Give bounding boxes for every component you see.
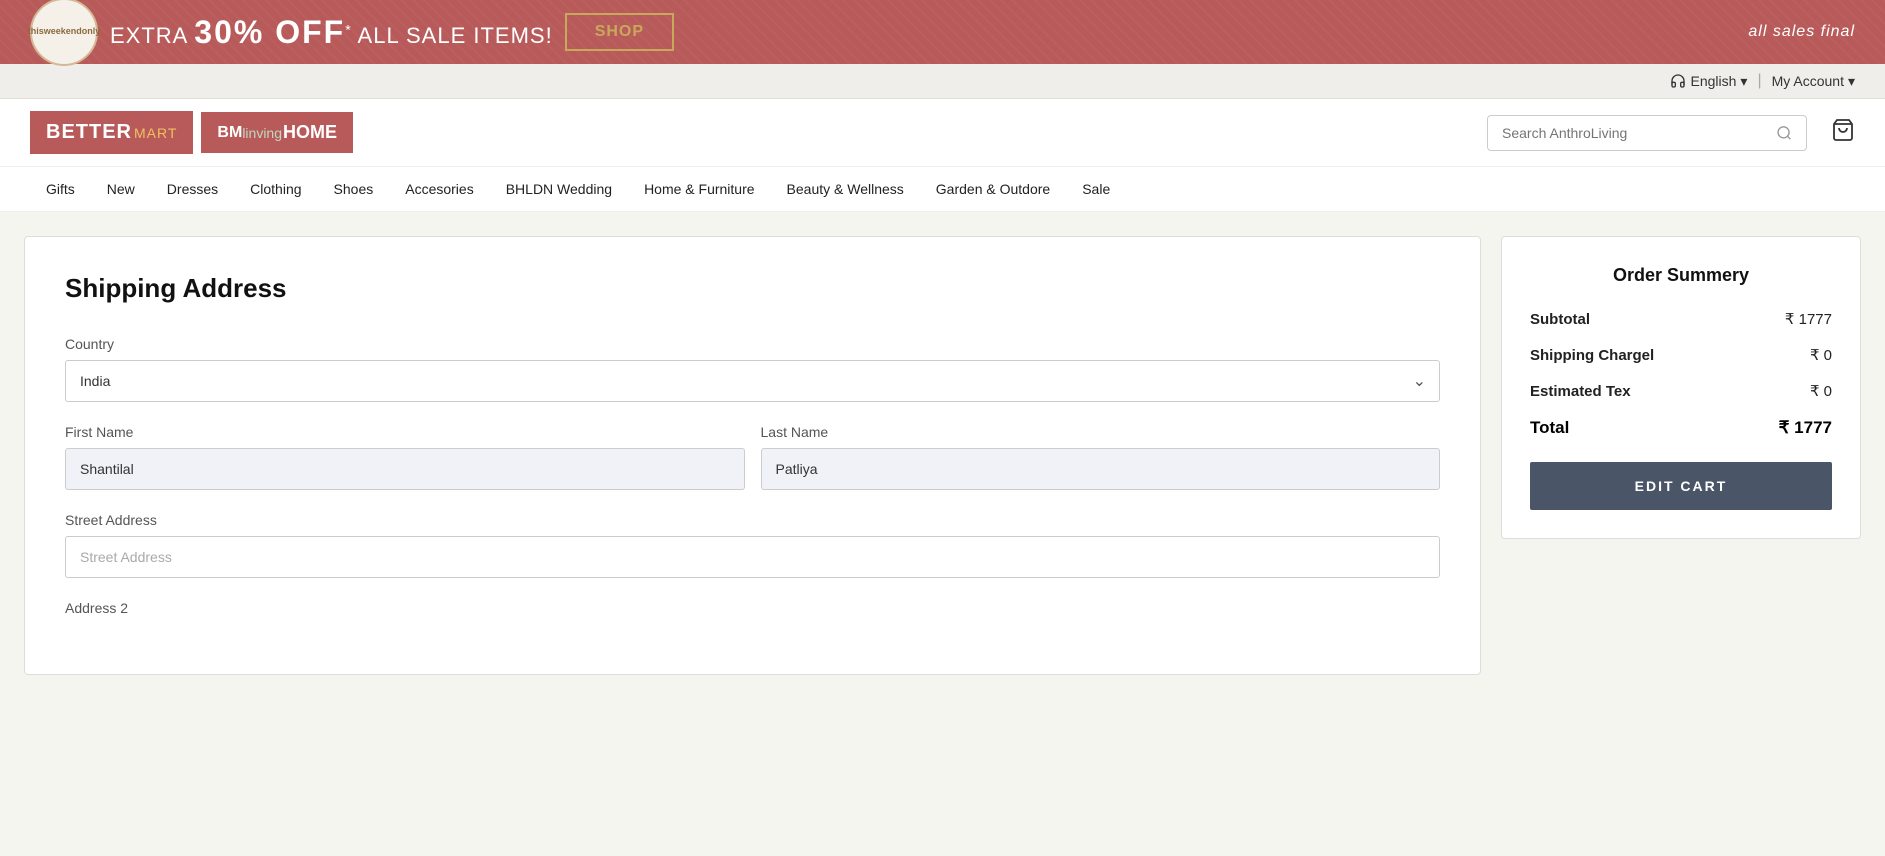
first-name-input[interactable]	[65, 448, 745, 490]
logo-container[interactable]: BETTERMART BM linving HOME	[30, 111, 353, 154]
nav-item-accessories[interactable]: Accesories	[389, 167, 489, 211]
street-address-label: Street Address	[65, 512, 1440, 528]
nav-item-beauty-wellness[interactable]: Beauty & Wellness	[771, 167, 920, 211]
subtotal-label: Subtotal	[1530, 311, 1590, 328]
country-select[interactable]: India United States United Kingdom Canad…	[65, 360, 1440, 402]
last-name-group: Last Name	[761, 424, 1441, 490]
edit-cart-button[interactable]: EDIT CART	[1530, 462, 1832, 510]
divider: |	[1757, 72, 1761, 90]
content-wrapper: Shipping Address Country India United St…	[0, 212, 1885, 699]
country-label: Country	[65, 336, 1440, 352]
better-mart-logo: BETTERMART	[30, 111, 193, 154]
first-name-group: First Name	[65, 424, 745, 490]
sales-note: all sales final	[1748, 23, 1855, 41]
search-bar[interactable]	[1487, 115, 1807, 151]
shipping-title: Shipping Address	[65, 273, 1440, 304]
top-nav: English ▾ | My Account ▾	[0, 64, 1885, 99]
nav-item-shoes[interactable]: Shoes	[318, 167, 390, 211]
banner-left: this weekend only EXTRA 30% OFF* ALL SAL…	[30, 0, 674, 66]
chevron-down-icon: ▾	[1848, 73, 1855, 90]
nav-item-dresses[interactable]: Dresses	[151, 167, 234, 211]
language-selector[interactable]: English ▾	[1670, 73, 1747, 90]
nav-item-garden-outdore[interactable]: Garden & Outdore	[920, 167, 1066, 211]
nav-item-clothing[interactable]: Clothing	[234, 167, 317, 211]
tax-label: Estimated Tex	[1530, 383, 1631, 400]
order-summary-title: Order Summery	[1530, 265, 1832, 286]
name-row: First Name Last Name	[65, 424, 1440, 512]
nav-item-new[interactable]: New	[91, 167, 151, 211]
tax-value: ₹ 0	[1810, 382, 1832, 400]
shop-button[interactable]: SHOP	[565, 13, 674, 51]
subtotal-line: Subtotal ₹ 1777	[1530, 310, 1832, 328]
header: BETTERMART BM linving HOME	[0, 99, 1885, 167]
country-select-wrapper: India United States United Kingdom Canad…	[65, 360, 1440, 402]
bag-icon[interactable]	[1831, 118, 1855, 148]
total-label: Total	[1530, 418, 1569, 438]
search-input[interactable]	[1502, 125, 1768, 141]
total-line: Total ₹ 1777	[1530, 418, 1832, 438]
shipping-value: ₹ 0	[1810, 346, 1832, 364]
bm-living-home-logo: BM linving HOME	[201, 112, 353, 153]
search-icon	[1776, 124, 1792, 142]
nav-item-gifts[interactable]: Gifts	[30, 167, 91, 211]
shipping-form-card: Shipping Address Country India United St…	[24, 236, 1481, 675]
last-name-input[interactable]	[761, 448, 1441, 490]
weekend-badge: this weekend only	[30, 0, 98, 66]
main-nav: Gifts New Dresses Clothing Shoes Accesor…	[0, 167, 1885, 212]
address2-group: Address 2	[65, 600, 1440, 616]
last-name-label: Last Name	[761, 424, 1441, 440]
country-group: Country India United States United Kingd…	[65, 336, 1440, 402]
promo-banner: this weekend only EXTRA 30% OFF* ALL SAL…	[0, 0, 1885, 64]
headset-icon	[1670, 73, 1686, 89]
tax-line: Estimated Tex ₹ 0	[1530, 382, 1832, 400]
address2-label: Address 2	[65, 600, 1440, 616]
order-summary-card: Order Summery Subtotal ₹ 1777 Shipping C…	[1501, 236, 1861, 539]
shipping-label: Shipping Chargel	[1530, 347, 1654, 364]
nav-item-bhldn-wedding[interactable]: BHLDN Wedding	[490, 167, 628, 211]
header-icons	[1831, 118, 1855, 148]
street-address-group: Street Address	[65, 512, 1440, 578]
first-name-label: First Name	[65, 424, 745, 440]
total-value: ₹ 1777	[1779, 418, 1832, 438]
account-menu[interactable]: My Account ▾	[1772, 73, 1855, 90]
chevron-down-icon: ▾	[1740, 73, 1747, 90]
nav-item-home-furniture[interactable]: Home & Furniture	[628, 167, 770, 211]
promo-text: EXTRA 30% OFF* ALL SALE ITEMS!	[110, 14, 553, 51]
subtotal-value: ₹ 1777	[1785, 310, 1832, 328]
shipping-line: Shipping Chargel ₹ 0	[1530, 346, 1832, 364]
street-address-input[interactable]	[65, 536, 1440, 578]
nav-item-sale[interactable]: Sale	[1066, 167, 1126, 211]
